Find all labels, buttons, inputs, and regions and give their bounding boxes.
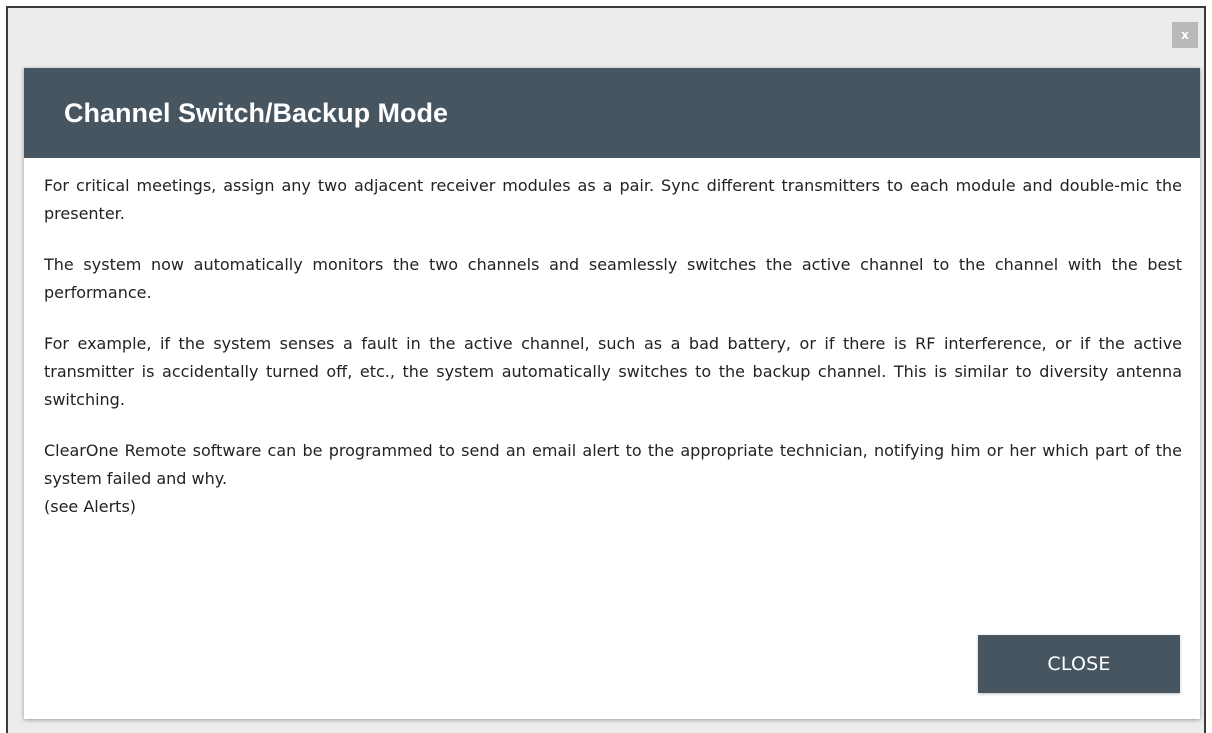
modal-backdrop: x Channel Switch/Backup Mode For critica…: [6, 6, 1206, 733]
paragraph-pairing: For critical meetings, assign any two ad…: [44, 176, 1182, 223]
help-dialog: Channel Switch/Backup Mode For critical …: [24, 68, 1200, 719]
close-button[interactable]: CLOSE: [978, 635, 1180, 693]
paragraph-email-alert: ClearOne Remote software can be programm…: [44, 437, 1182, 521]
paragraph-example: For example, if the system senses a faul…: [44, 334, 1182, 409]
dialog-header: Channel Switch/Backup Mode: [24, 68, 1200, 158]
dialog-body: For critical meetings, assign any two ad…: [44, 172, 1182, 521]
see-alerts-link[interactable]: (see Alerts): [44, 493, 1182, 521]
paragraph-monitoring: The system now automatically monitors th…: [44, 255, 1182, 302]
email-alert-text: ClearOne Remote software can be programm…: [44, 441, 1182, 488]
close-icon[interactable]: x: [1172, 22, 1198, 48]
dialog-title: Channel Switch/Backup Mode: [64, 97, 449, 128]
close-icon-glyph: x: [1181, 28, 1189, 42]
